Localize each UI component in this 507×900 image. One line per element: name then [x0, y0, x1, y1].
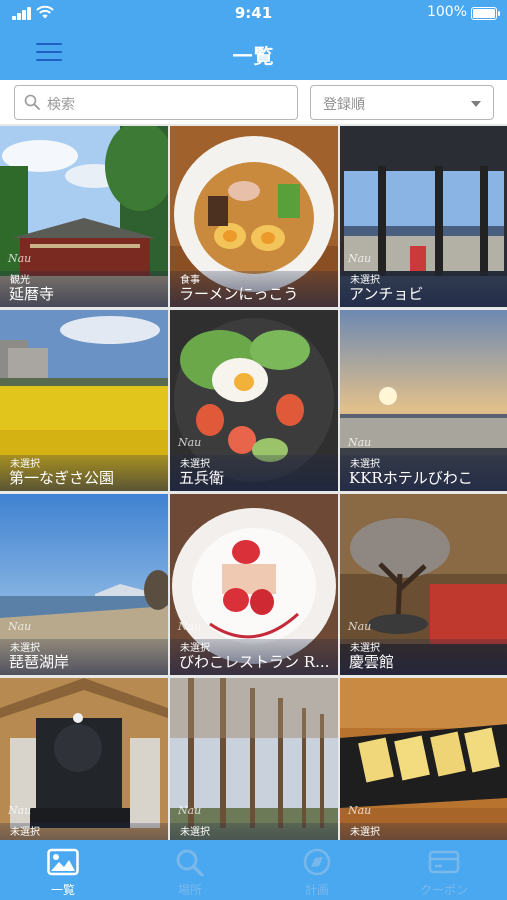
- status-bar: 9:41 100%: [0, 0, 507, 28]
- place-name: KKRホテルびわこ: [349, 469, 473, 487]
- category-tag: 未選択: [180, 827, 210, 838]
- chevron-down-icon: [471, 101, 481, 107]
- watermark: Nau: [178, 620, 202, 633]
- tab-coupon[interactable]: クーポン: [381, 840, 507, 900]
- grid-item[interactable]: 食事 ラーメンにっこう: [170, 126, 338, 307]
- watermark: Nau: [178, 436, 202, 449]
- grid-item[interactable]: Nau 未選択 慶雲館: [340, 494, 507, 675]
- place-name: びわこレストラン R...: [179, 653, 330, 671]
- watermark: Nau: [348, 804, 372, 817]
- photo-icon: [47, 848, 79, 876]
- place-name: 慶雲館: [349, 653, 395, 671]
- grid-item[interactable]: Nau 未選択 びわこレストラン R...: [170, 494, 338, 675]
- search-placeholder: 検索: [47, 97, 75, 113]
- grid-item[interactable]: 未選択 第一なぎさ公園: [0, 310, 168, 491]
- place-name: 延暦寺: [9, 285, 55, 303]
- sort-dropdown[interactable]: 登録順: [310, 85, 494, 120]
- compass-icon: [303, 848, 331, 876]
- watermark: Nau: [348, 620, 372, 633]
- place-name: ラーメンにっこう: [179, 285, 299, 303]
- watermark: Nau: [8, 252, 32, 265]
- grid-item[interactable]: Nau 未選択: [340, 678, 507, 840]
- tab-list[interactable]: 一覧: [0, 840, 126, 900]
- tab-label: 一覧: [50, 883, 75, 897]
- page-title: 一覧: [232, 44, 275, 68]
- battery-icon: [471, 7, 500, 20]
- coupon-card-icon: [428, 850, 460, 874]
- grid-item[interactable]: Nau 未選択: [170, 678, 338, 840]
- watermark: Nau: [348, 252, 372, 265]
- search-icon: [176, 849, 204, 876]
- place-name: 第一なぎさ公園: [9, 469, 115, 487]
- grid-item[interactable]: Nau 未選択 KKRホテルびわこ: [340, 310, 507, 491]
- grid-item[interactable]: Nau 未選択 アンチョビ: [340, 126, 507, 307]
- watermark: Nau: [8, 620, 32, 633]
- grid-item[interactable]: Nau 未選択: [0, 678, 168, 840]
- sort-selected-value: 登録順: [323, 97, 365, 113]
- tab-label: 場所: [177, 883, 202, 897]
- place-name: 五兵衛: [179, 469, 225, 487]
- photo-grid: Nau 観光 延暦寺 食事 ラーメンにっこう Nau 未選択 アンチョビ 未選択…: [0, 124, 507, 840]
- place-name: 琵琶湖岸: [9, 653, 70, 671]
- tab-label: クーポン: [419, 883, 468, 897]
- tab-plan[interactable]: 計画: [254, 840, 380, 900]
- grid-item[interactable]: Nau 観光 延暦寺: [0, 126, 168, 307]
- watermark: Nau: [8, 804, 32, 817]
- watermark: Nau: [348, 436, 372, 449]
- bottom-tab-bar: 一覧 場所 計画 クーポン: [0, 840, 507, 900]
- grid-item[interactable]: Nau 未選択 五兵衛: [170, 310, 338, 491]
- grid-item[interactable]: Nau 未選択 琵琶湖岸: [0, 494, 168, 675]
- tab-places[interactable]: 場所: [127, 840, 253, 900]
- search-icon: [24, 94, 40, 110]
- category-tag: 未選択: [350, 827, 380, 838]
- tab-label: 計画: [304, 883, 329, 897]
- search-input[interactable]: 検索: [14, 85, 298, 120]
- place-name: アンチョビ: [349, 285, 424, 303]
- battery-percent: 100%: [426, 4, 467, 20]
- category-tag: 未選択: [10, 827, 40, 838]
- filter-bar: 検索 登録順: [0, 80, 507, 124]
- watermark: Nau: [178, 804, 202, 817]
- app-header: 9:41 100% 一覧: [0, 0, 507, 80]
